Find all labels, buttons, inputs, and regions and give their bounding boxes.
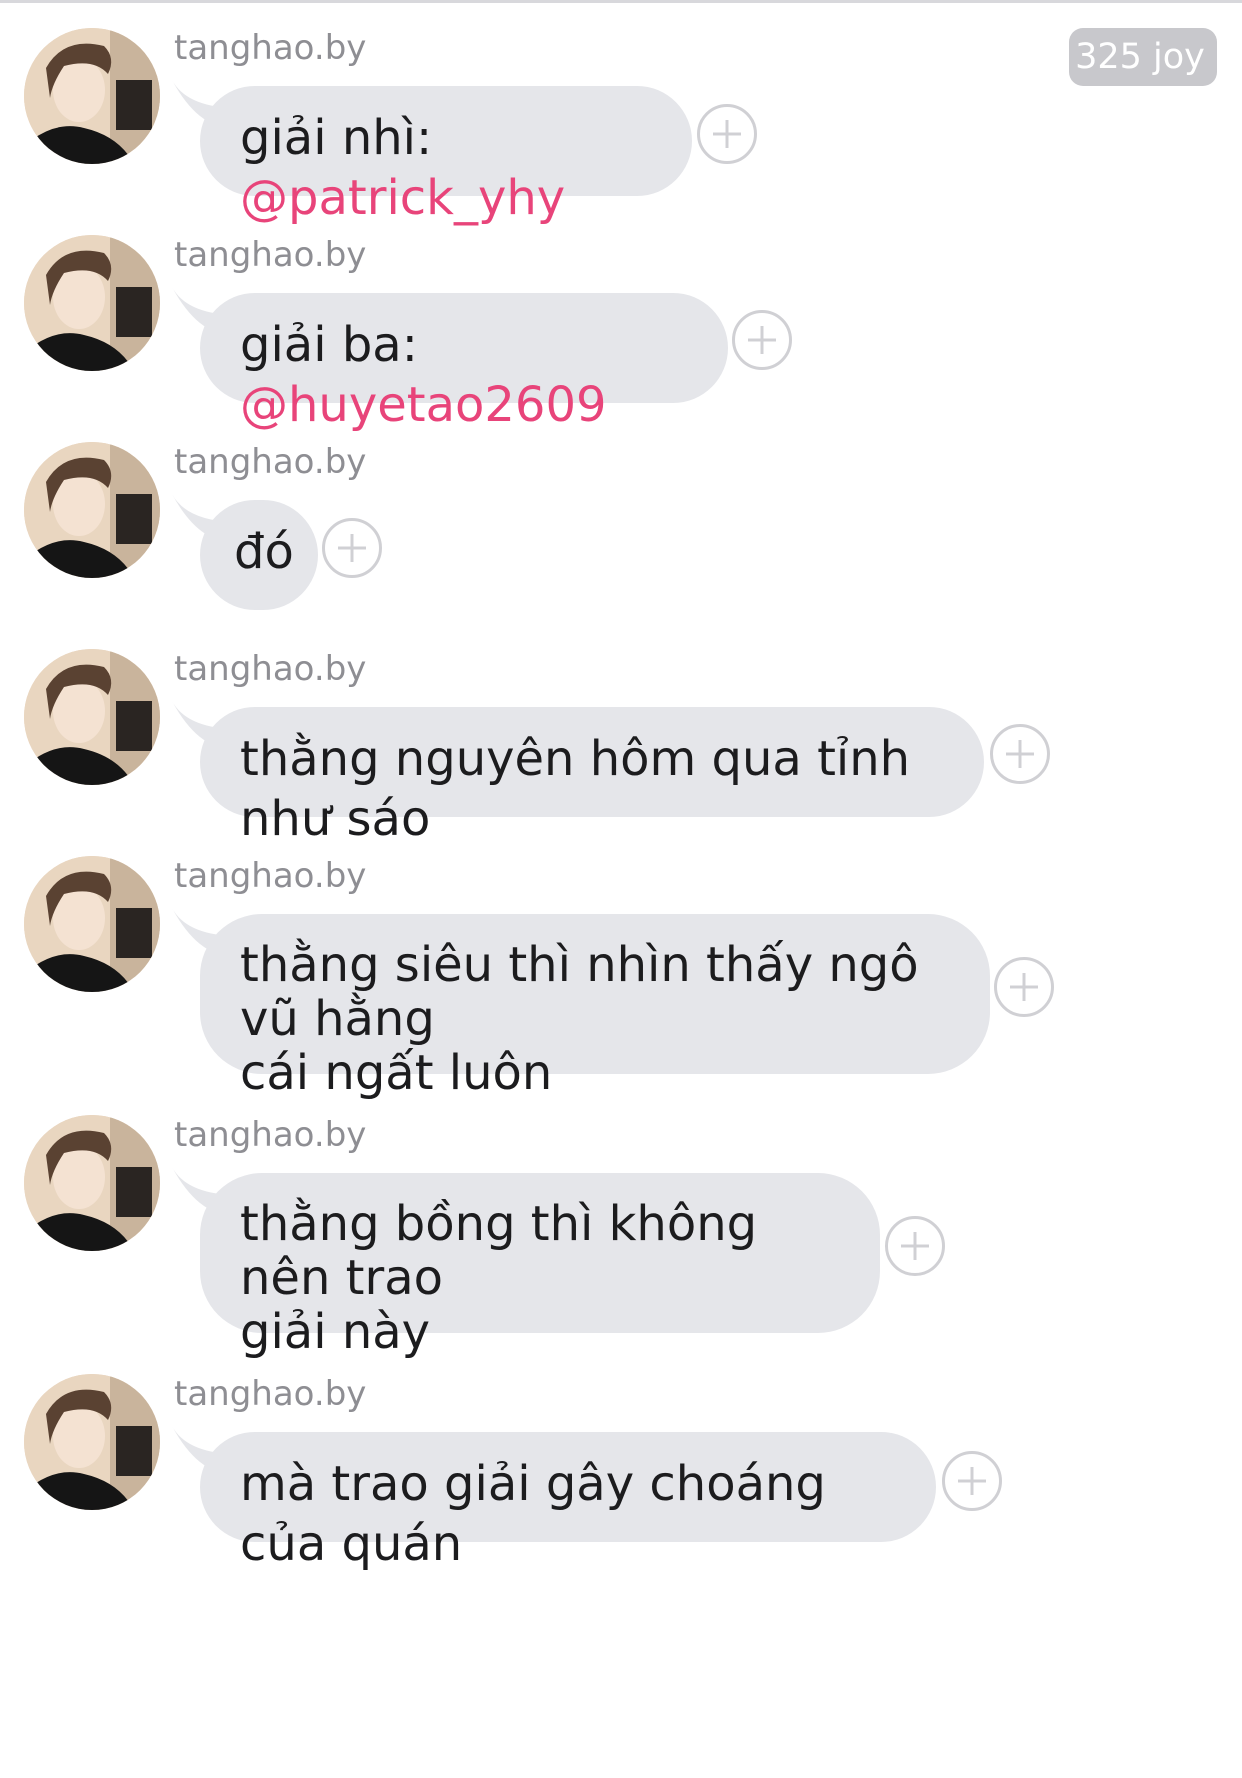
message-row: tanghao.by giải ba: @huyetao2609: [0, 235, 1242, 433]
username[interactable]: tanghao.by: [174, 1374, 366, 1414]
message-text: thằng nguyên hôm qua tỉnh như sáo: [240, 731, 911, 847]
username[interactable]: tanghao.by: [174, 28, 366, 68]
username[interactable]: tanghao.by: [174, 856, 366, 896]
mention-link[interactable]: @patrick_yhy: [240, 170, 565, 226]
add-reaction-icon[interactable]: [885, 1216, 945, 1276]
message-row: tanghao.by thằng bồng thì không nên trao…: [0, 1115, 1242, 1359]
avatar[interactable]: [24, 856, 160, 992]
message-bubble[interactable]: thằng bồng thì không nên trao giải này: [200, 1173, 880, 1359]
avatar[interactable]: [24, 649, 160, 785]
username[interactable]: tanghao.by: [174, 235, 366, 275]
message-text: mà trao giải gây choáng của quán: [240, 1456, 826, 1572]
avatar[interactable]: [24, 1374, 160, 1510]
message-bubble[interactable]: thằng nguyên hôm qua tỉnh như sáo: [200, 707, 984, 847]
message-text-line: cái ngất luôn: [240, 1045, 553, 1101]
message-text: giải nhì:: [240, 110, 433, 166]
message-bubble[interactable]: giải ba: @huyetao2609: [200, 293, 728, 433]
message-row: tanghao.by thằng nguyên hôm qua tỉnh như…: [0, 649, 1242, 847]
message-text-line: thằng siêu thì nhìn thấy ngô vũ hằng: [240, 937, 919, 1047]
username[interactable]: tanghao.by: [174, 649, 366, 689]
add-reaction-icon[interactable]: [697, 104, 757, 164]
message-bubble[interactable]: mà trao giải gây choáng của quán: [200, 1432, 936, 1572]
username[interactable]: tanghao.by: [174, 442, 366, 482]
avatar[interactable]: [24, 235, 160, 371]
add-reaction-icon[interactable]: [990, 724, 1050, 784]
message-text: giải ba:: [240, 317, 418, 373]
add-reaction-icon[interactable]: [732, 310, 792, 370]
message-text-line: giải này: [240, 1304, 431, 1360]
avatar[interactable]: [24, 1115, 160, 1251]
message-text-line: thằng bồng thì không nên trao: [240, 1196, 758, 1306]
message-bubble[interactable]: thằng siêu thì nhìn thấy ngô vũ hằng cái…: [200, 914, 990, 1100]
mention-link[interactable]: @huyetao2609: [240, 377, 607, 433]
add-reaction-icon[interactable]: [322, 518, 382, 578]
message-bubble[interactable]: đó: [200, 500, 318, 610]
add-reaction-icon[interactable]: [994, 957, 1054, 1017]
message-bubble[interactable]: giải nhì: @patrick_yhy: [200, 86, 692, 226]
message-row: tanghao.by thằng siêu thì nhìn thấy ngô …: [0, 856, 1242, 1100]
message-row: tanghao.by mà trao giải gây choáng của q…: [0, 1374, 1242, 1572]
add-reaction-icon[interactable]: [942, 1451, 1002, 1511]
message-row: tanghao.by đó: [0, 442, 1242, 622]
message-text: đó: [234, 524, 294, 580]
message-row: tanghao.by giải nhì: @patrick_yhy: [0, 28, 1242, 226]
avatar[interactable]: [24, 442, 160, 578]
avatar[interactable]: [24, 28, 160, 164]
username[interactable]: tanghao.by: [174, 1115, 366, 1155]
top-divider: [0, 0, 1242, 3]
